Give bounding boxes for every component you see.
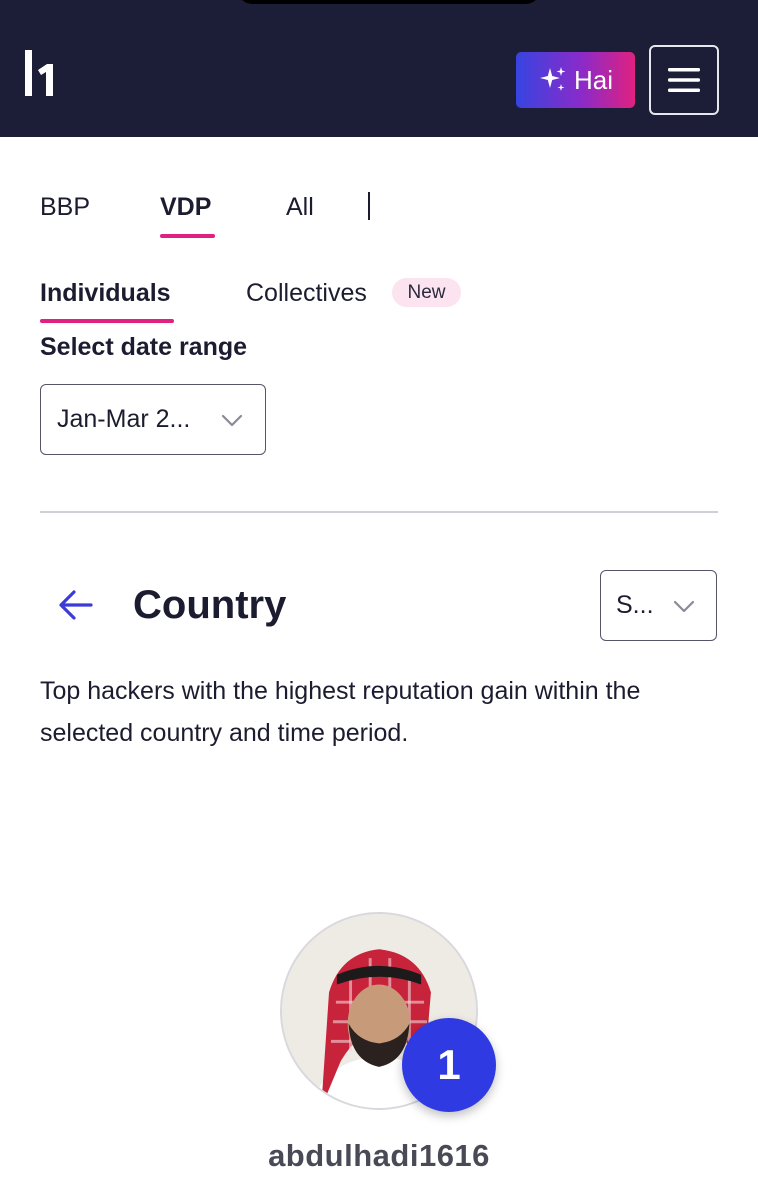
country-select-value: S...	[616, 591, 654, 619]
tab-divider	[368, 192, 370, 220]
sparkle-icon	[539, 67, 566, 91]
tab-all[interactable]: All	[286, 193, 314, 222]
date-range-value: Jan-Mar 2...	[57, 405, 191, 433]
chevron-down-icon	[221, 414, 243, 427]
hamburger-menu-icon	[668, 68, 700, 92]
new-badge: New	[392, 278, 461, 307]
section-title: Country	[133, 583, 287, 627]
tab-individuals[interactable]: Individuals	[40, 279, 171, 308]
tab-vdp[interactable]: VDP	[160, 193, 211, 222]
country-select[interactable]: S...	[600, 570, 717, 641]
tab-bbp[interactable]: BBP	[40, 193, 90, 222]
date-range-select[interactable]: Jan-Mar 2...	[40, 384, 266, 455]
section-divider	[40, 511, 718, 513]
date-range-label: Select date range	[40, 333, 248, 361]
hai-button-label: Hai	[573, 64, 613, 95]
top-navigation-bar: Hai	[0, 0, 758, 137]
device-notch	[238, 0, 540, 4]
tab-vdp-active-indicator	[160, 234, 215, 238]
back-arrow-icon[interactable]	[58, 588, 94, 622]
chevron-down-icon	[673, 600, 695, 613]
hacker-username[interactable]: abdulhadi1616	[0, 1138, 758, 1174]
section-description: Top hackers with the highest reputation …	[40, 677, 641, 747]
tab-collectives[interactable]: Collectives	[246, 279, 367, 308]
hai-ai-button[interactable]: Hai	[516, 52, 635, 108]
tab-individuals-active-indicator	[40, 319, 174, 323]
hamburger-menu-button[interactable]	[649, 45, 719, 115]
rank-badge: 1	[402, 1018, 496, 1112]
hackerone-logo-icon[interactable]	[22, 50, 56, 100]
